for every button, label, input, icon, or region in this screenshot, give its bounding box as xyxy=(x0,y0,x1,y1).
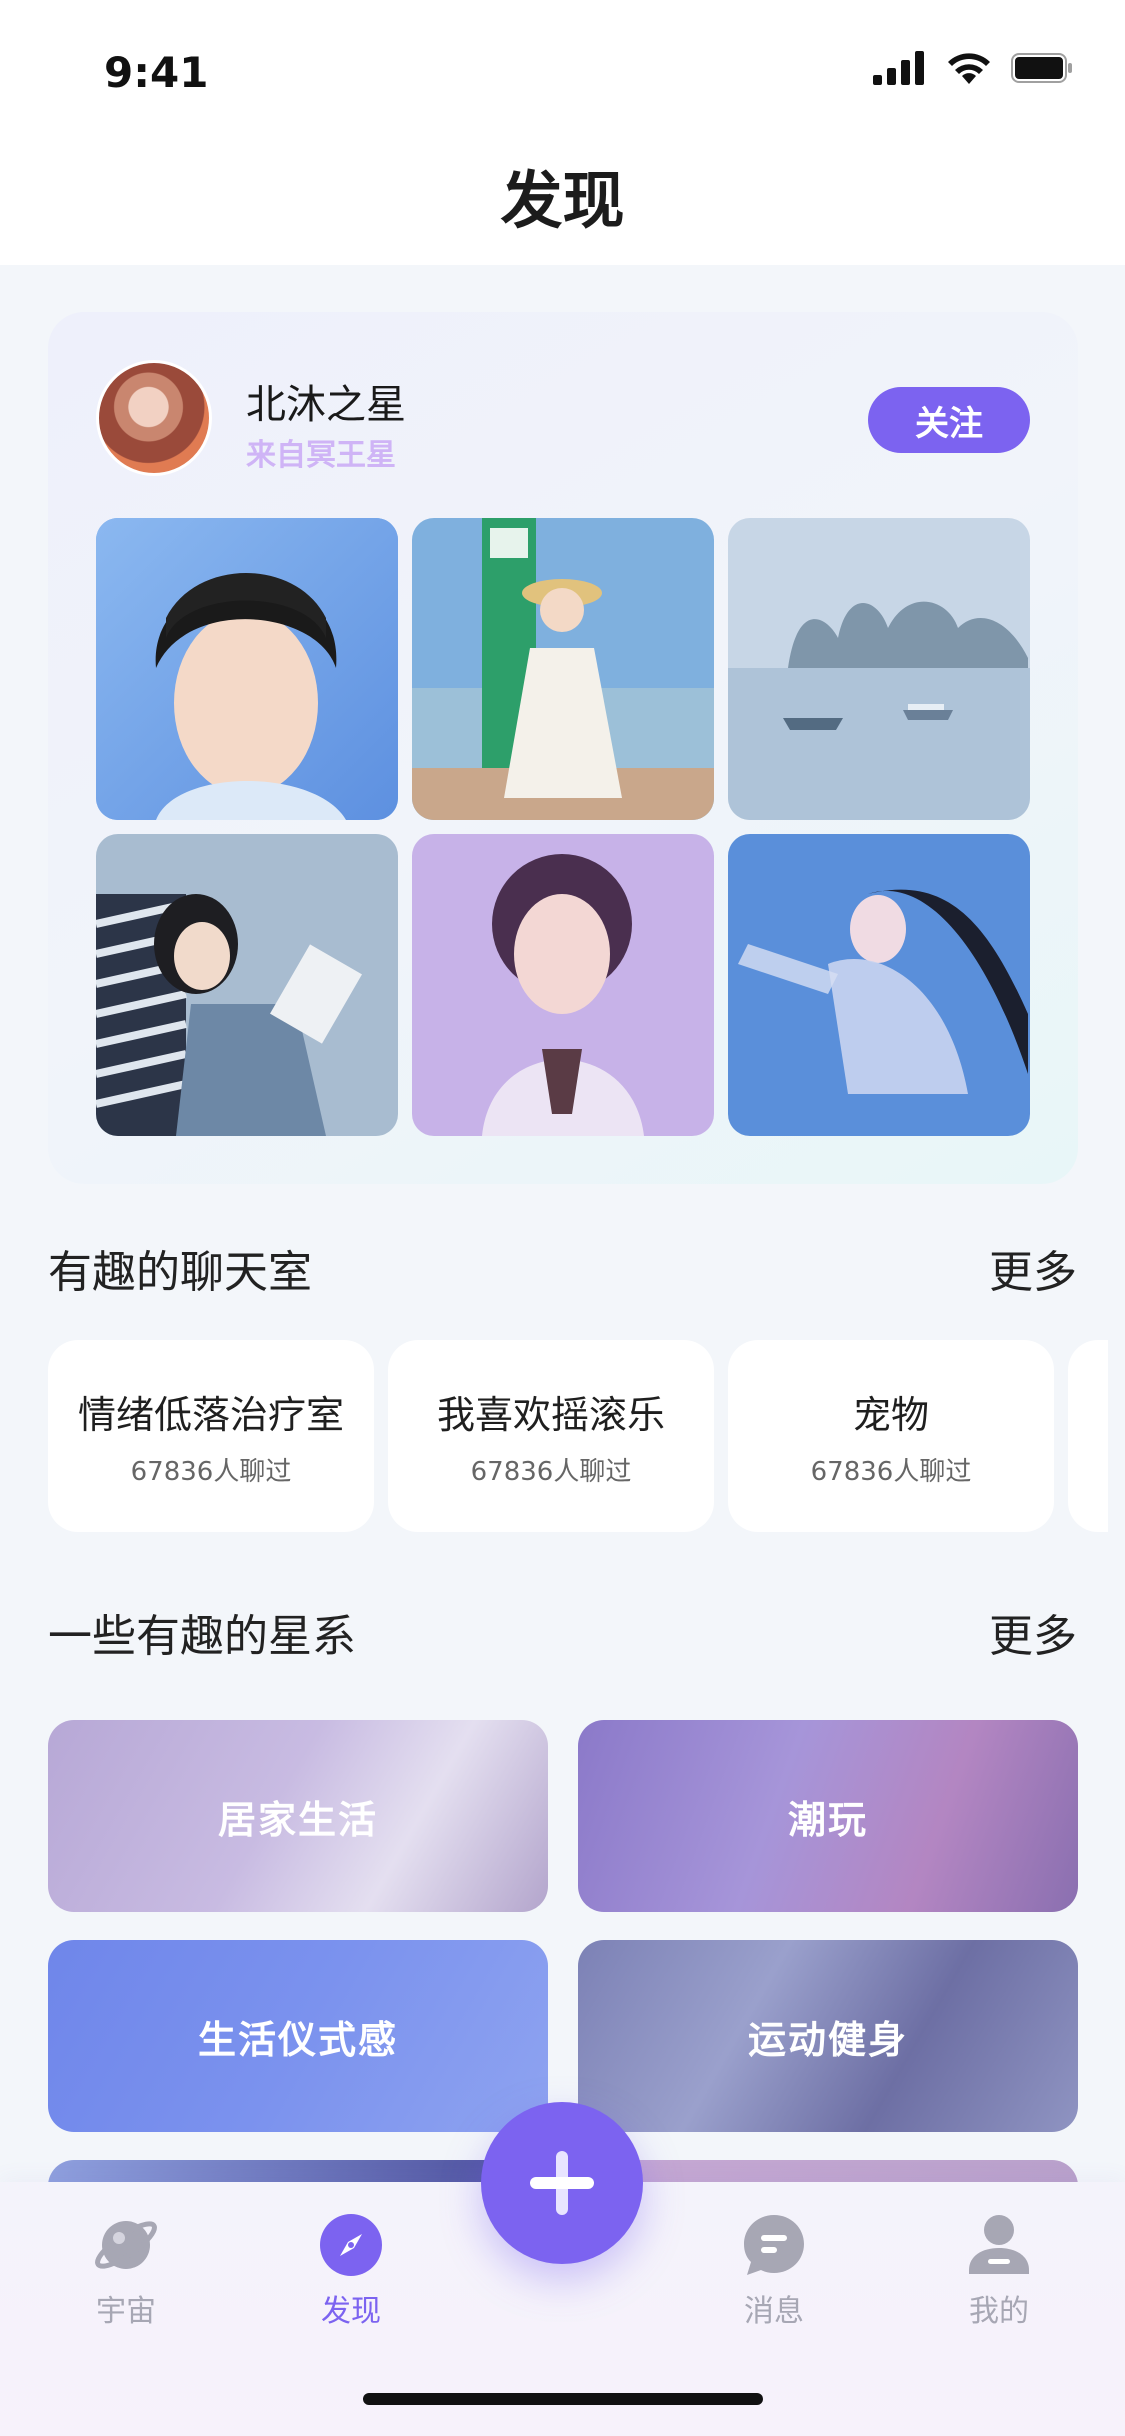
planet-icon xyxy=(95,2221,157,2269)
galaxy-card[interactable]: 生活仪式感 xyxy=(48,1940,548,2132)
chat-room-card[interactable]: 宠物 67836人聊过 xyxy=(728,1340,1054,1532)
tab-discover[interactable]: 发现 xyxy=(291,2212,411,2330)
galaxy-card[interactable]: 运动健身 xyxy=(578,1940,1078,2132)
tab-profile[interactable]: 我的 xyxy=(939,2212,1059,2330)
photo-4[interactable] xyxy=(96,834,398,1136)
photo-5[interactable] xyxy=(412,834,714,1136)
chat-room-count: 67836人聊过 xyxy=(130,1457,292,1487)
tab-label: 发现 xyxy=(321,2294,381,2329)
author-name[interactable]: 北沐之星 xyxy=(246,372,406,430)
signal-icon xyxy=(873,51,924,85)
chat-room-card-peek[interactable] xyxy=(1068,1340,1108,1532)
galaxy-more-link[interactable]: 更多 xyxy=(989,1600,1077,1664)
create-post-button[interactable] xyxy=(481,2102,643,2264)
chat-room-card[interactable]: 我喜欢摇滚乐 67836人聊过 xyxy=(388,1340,714,1532)
chat-section-title: 有趣的聊天室 xyxy=(48,1247,312,1298)
photo-6[interactable] xyxy=(728,834,1030,1136)
photo-grid xyxy=(96,518,1030,1136)
chat-room-count: 67836人聊过 xyxy=(470,1457,632,1487)
profile-icon xyxy=(969,2215,1029,2274)
tab-universe[interactable]: 宇宙 xyxy=(66,2212,186,2330)
chat-room-list: 情绪低落治疗室 67836人聊过 我喜欢摇滚乐 67836人聊过 宠物 6783… xyxy=(48,1340,1108,1532)
tab-label: 宇宙 xyxy=(96,2294,156,2329)
battery-icon xyxy=(1011,53,1072,83)
compass-icon xyxy=(320,2214,382,2276)
chat-room-name: 我喜欢摇滚乐 xyxy=(436,1393,665,1437)
author-origin: 来自冥王星 xyxy=(246,438,396,473)
photo-3[interactable] xyxy=(728,518,1030,820)
chat-room-count: 67836人聊过 xyxy=(810,1457,972,1487)
photo-1[interactable] xyxy=(96,518,398,820)
tab-label: 消息 xyxy=(744,2294,804,2329)
plus-icon xyxy=(530,2151,594,2215)
top-bar: 9:41 发现 xyxy=(0,0,1125,265)
author-avatar[interactable] xyxy=(96,360,212,476)
chat-room-card[interactable]: 情绪低落治疗室 67836人聊过 xyxy=(48,1340,374,1532)
chat-more-link[interactable]: 更多 xyxy=(989,1236,1077,1300)
chat-room-name: 宠物 xyxy=(852,1393,929,1437)
status-time: 9:41 xyxy=(104,48,209,97)
wifi-icon xyxy=(948,53,990,84)
galaxy-card[interactable]: 潮玩 xyxy=(578,1720,1078,1912)
message-icon xyxy=(744,2215,804,2275)
status-icons xyxy=(873,50,1073,86)
tab-label: 我的 xyxy=(969,2294,1029,2329)
galaxy-section-title: 一些有趣的星系 xyxy=(48,1611,356,1662)
home-indicator[interactable] xyxy=(363,2393,763,2405)
follow-button[interactable]: 关注 xyxy=(868,387,1030,453)
galaxy-card[interactable]: 居家生活 xyxy=(48,1720,548,1912)
tab-messages[interactable]: 消息 xyxy=(714,2212,834,2330)
chat-room-name: 情绪低落治疗室 xyxy=(77,1393,344,1437)
photo-2[interactable] xyxy=(412,518,714,820)
featured-post-card[interactable]: 北沐之星 来自冥王星 关注 xyxy=(48,312,1078,1184)
page-title: 发现 xyxy=(500,164,625,237)
